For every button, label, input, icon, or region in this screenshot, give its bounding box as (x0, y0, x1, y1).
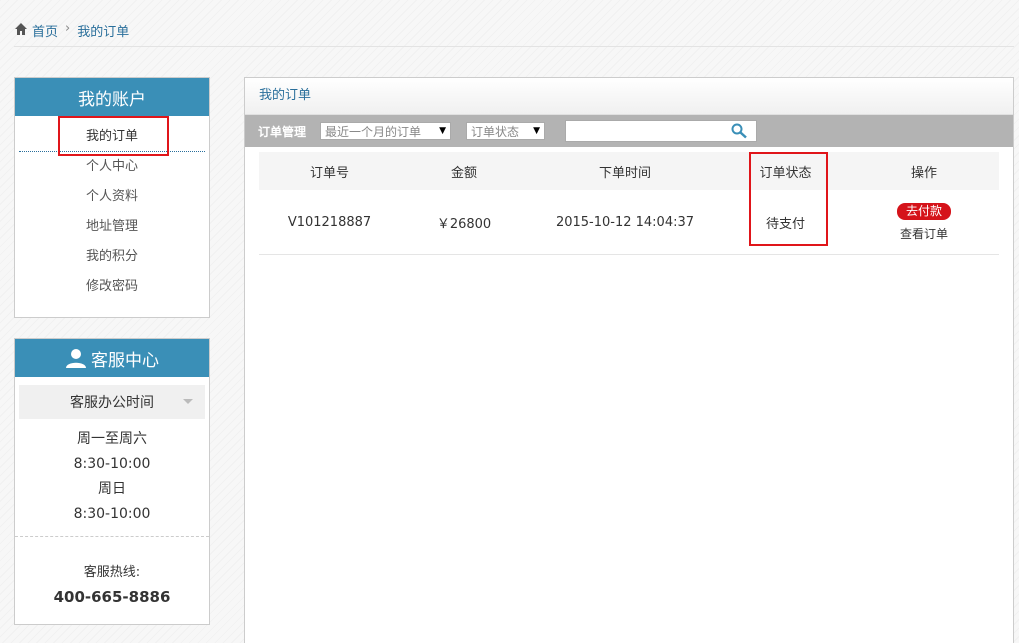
breadcrumb-home-link[interactable]: 首页 (32, 21, 58, 40)
filter-label: 订单管理 (258, 124, 307, 139)
column-header-status: 订单状态 (759, 165, 812, 181)
account-menu-item-address[interactable]: 地址管理 (15, 212, 209, 242)
divider (15, 536, 209, 537)
column-header-time: 下单时间 (598, 165, 651, 181)
table-row: V101218887 ￥26800 2015-10-12 14:04:37 待支… (259, 190, 999, 255)
time-range-select[interactable]: 最近一个月的订单 ▼ (320, 122, 452, 140)
hotline-label: 客服热线: (83, 565, 141, 580)
home-icon (15, 23, 27, 35)
breadcrumb: 首页 › 我的订单 (14, 21, 1014, 47)
order-status: 待支付 (765, 216, 805, 232)
order-number: V101218887 (287, 214, 372, 230)
search-icon[interactable] (730, 123, 748, 139)
breadcrumb-current[interactable]: 我的订单 (77, 21, 129, 40)
order-amount: ￥26800 (436, 216, 492, 232)
view-order-link[interactable]: 查看订单 (900, 225, 948, 242)
pay-button[interactable]: 去付款 (896, 202, 951, 220)
account-menu-item-password[interactable]: 修改密码 (15, 272, 209, 302)
hours-sunday-label: 周日 (98, 481, 126, 497)
office-hours-title: 客服办公时间 (70, 395, 154, 411)
account-menu-item-points[interactable]: 我的积分 (15, 242, 209, 272)
orders-panel: 我的订单 订单管理 最近一个月的订单 ▼ 订单状态 ▼ 订单号 金额 下单时间 … (244, 77, 1014, 643)
user-icon (66, 349, 86, 368)
dropdown-arrow-icon: ▼ (439, 126, 447, 136)
dropdown-arrow-icon: ▼ (533, 126, 541, 136)
order-status-select-value: 订单状态 (471, 124, 520, 139)
table-header: 订单号 金额 下单时间 订单状态 操作 (259, 152, 999, 190)
account-menu-item-center[interactable]: 个人中心 (15, 152, 209, 182)
order-search-input[interactable] (570, 122, 731, 140)
office-hours: 周一至周六 8:30-10:00 周日 8:30-10:00 (15, 419, 209, 527)
account-menu-item-profile[interactable]: 个人资料 (15, 182, 209, 212)
caret-down-icon (183, 399, 193, 404)
chevron-right-icon: › (65, 21, 71, 36)
account-menu: 我的订单 个人中心 个人资料 地址管理 我的积分 修改密码 (15, 116, 209, 302)
order-search-box (565, 120, 758, 142)
customer-service-panel: 客服中心 客服办公时间 周一至周六 8:30-10:00 周日 8:30-10:… (14, 338, 210, 625)
customer-service-title: 客服中心 (15, 339, 209, 377)
column-header-amount: 金额 (450, 165, 477, 181)
orders-panel-title: 我的订单 (245, 78, 1013, 115)
order-actions: 去付款 查看订单 (849, 202, 999, 242)
account-panel-title: 我的账户 (15, 78, 209, 116)
office-hours-toggle[interactable]: 客服办公时间 (19, 385, 205, 419)
orders-table: 订单号 金额 下单时间 订单状态 操作 V101218887 ￥26800 20… (259, 152, 999, 255)
hotline-number: 400-665-8886 (53, 588, 171, 606)
account-menu-item-orders[interactable]: 我的订单 (15, 122, 209, 152)
account-panel: 我的账户 我的订单 个人中心 个人资料 地址管理 我的积分 修改密码 (14, 77, 210, 318)
column-header-actions: 操作 (910, 165, 937, 181)
order-status-select[interactable]: 订单状态 ▼ (466, 122, 546, 140)
order-time: 2015-10-12 14:04:37 (555, 214, 695, 230)
column-header-order-no: 订单号 (309, 165, 349, 181)
hours-weekday-label: 周一至周六 (77, 431, 147, 447)
hours-weekday-time: 8:30-10:00 (73, 456, 151, 472)
customer-service-title-text: 客服中心 (91, 350, 159, 371)
order-filter-bar: 订单管理 最近一个月的订单 ▼ 订单状态 ▼ (245, 115, 1013, 147)
hours-sunday-time: 8:30-10:00 (73, 506, 151, 522)
time-range-select-value: 最近一个月的订单 (325, 124, 422, 139)
